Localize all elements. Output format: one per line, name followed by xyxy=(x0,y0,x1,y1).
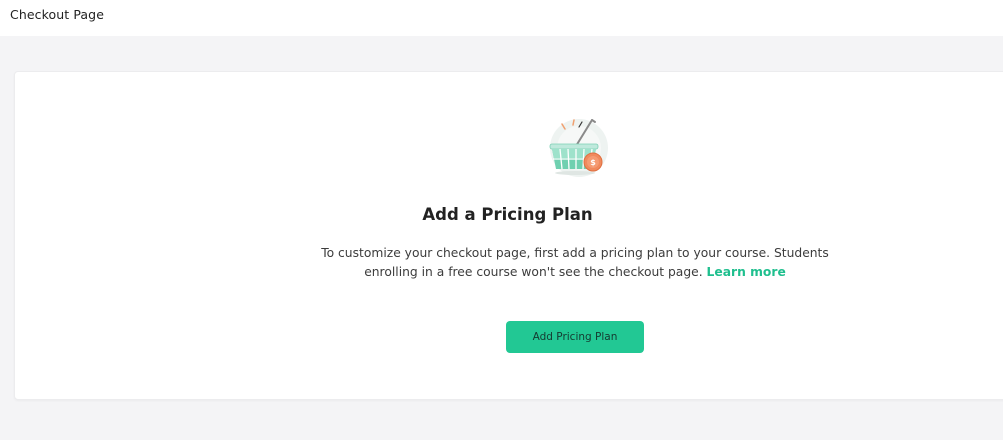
empty-state-description: To customize your checkout page, first a… xyxy=(295,244,855,282)
empty-state-card: $ Add a Pricing Plan To customize your c… xyxy=(14,71,1003,400)
top-bar: Checkout Page xyxy=(0,0,1003,36)
add-pricing-plan-button[interactable]: Add Pricing Plan xyxy=(506,321,644,353)
empty-state-heading: Add a Pricing Plan xyxy=(422,205,593,224)
shopping-basket-icon: $ xyxy=(549,119,608,177)
page-title: Checkout Page xyxy=(10,7,105,22)
learn-more-link[interactable]: Learn more xyxy=(707,265,786,279)
svg-text:$: $ xyxy=(590,158,596,167)
